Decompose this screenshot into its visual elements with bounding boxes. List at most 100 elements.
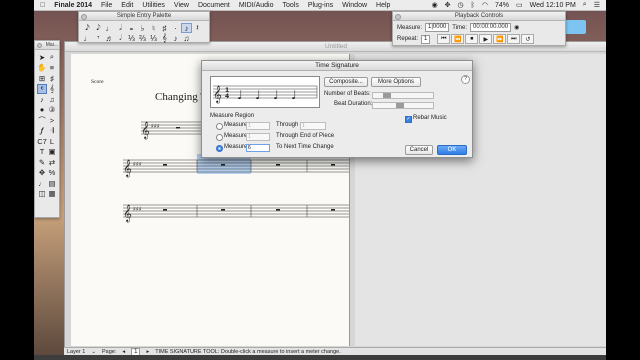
- measure-to-next-change-input[interactable]: 6: [246, 144, 270, 152]
- menu-view[interactable]: View: [174, 2, 189, 9]
- beamed-notes-tool[interactable]: ♫: [181, 33, 192, 43]
- tuplet-tool[interactable]: ⅓: [126, 33, 137, 43]
- beat-duration-knob[interactable]: [396, 103, 405, 108]
- tuplet-tool-2[interactable]: ⅔: [137, 33, 148, 43]
- record-icon[interactable]: ◉: [432, 1, 438, 9]
- close-icon[interactable]: [37, 43, 42, 48]
- search-icon[interactable]: ⌕: [583, 1, 587, 9]
- menu-window[interactable]: Window: [342, 2, 367, 9]
- selection-tool-icon[interactable]: ➤: [37, 52, 47, 63]
- measure-to-end-input[interactable]: 1: [246, 133, 270, 141]
- wifi-icon[interactable]: ◠: [482, 1, 488, 9]
- eighth-note-selected-tool[interactable]: ♪: [181, 23, 192, 33]
- battery-percent[interactable]: 74%: [495, 2, 509, 9]
- number-of-beats-knob[interactable]: [383, 93, 392, 98]
- flat-tool[interactable]: ♭: [137, 23, 148, 33]
- fast-forward-icon[interactable]: ⏩: [493, 34, 507, 44]
- eighth-rest-tool[interactable]: 𝄾: [93, 33, 104, 43]
- more-options-button[interactable]: More Options: [371, 77, 421, 87]
- mirror-tool-icon[interactable]: ⇄: [47, 157, 57, 168]
- sharp-tool[interactable]: ♯: [159, 23, 170, 33]
- measure-range-from-input[interactable]: 1: [246, 122, 270, 130]
- playback-time-input[interactable]: 00:00:00.000: [470, 23, 512, 32]
- measure-range-radio[interactable]: [216, 123, 223, 130]
- cancel-button[interactable]: Cancel: [405, 145, 433, 155]
- menu-tools[interactable]: Tools: [282, 2, 298, 9]
- apple-menu-icon[interactable]: : [40, 2, 45, 9]
- grace-note-tool[interactable]: ♪: [170, 33, 181, 43]
- menu-help[interactable]: Help: [376, 2, 390, 9]
- dot-tool[interactable]: ·: [170, 23, 181, 33]
- mass-edit-tool-icon[interactable]: ▦: [47, 189, 57, 200]
- smart-shape-tool-icon[interactable]: ⌒: [37, 115, 47, 126]
- stop-icon[interactable]: ⏹: [465, 34, 479, 44]
- sixteenth-note-tool[interactable]: 𝅘𝅥𝅯: [82, 23, 93, 33]
- tie-tool[interactable]: 𝆺𝅥: [115, 33, 126, 43]
- graphics-tool-icon[interactable]: ▣: [47, 147, 57, 158]
- note-mover-tool-icon[interactable]: ✥: [37, 168, 47, 179]
- time-signature-tool-icon[interactable]: 𝄴: [37, 83, 47, 94]
- beam-tool[interactable]: ♬: [104, 33, 115, 43]
- articulation-tool-icon[interactable]: >: [47, 115, 57, 126]
- loop-icon[interactable]: ↺: [521, 34, 535, 44]
- play-icon[interactable]: ▶: [479, 34, 493, 44]
- menu-midi-audio[interactable]: MIDI/Audio: [239, 2, 274, 9]
- tuplet-tool-3[interactable]: ⅓: [148, 33, 159, 43]
- measure-to-end-radio[interactable]: [216, 134, 223, 141]
- menu-document[interactable]: Document: [198, 2, 230, 9]
- measure-tool-icon[interactable]: ⊞: [37, 73, 47, 84]
- tuplet-tool-icon[interactable]: ③: [47, 105, 57, 116]
- number-of-beats-slider[interactable]: [372, 92, 434, 99]
- simple-entry-tool-icon[interactable]: ♪: [37, 94, 47, 105]
- text-tool-icon[interactable]: T: [37, 147, 47, 158]
- playback-settings-icon[interactable]: ◉: [514, 24, 519, 31]
- composite-button[interactable]: Composite...: [324, 77, 368, 87]
- beat-duration-slider[interactable]: [372, 102, 434, 109]
- midi-tool-icon[interactable]: ♩: [37, 178, 47, 189]
- resize-tool-icon[interactable]: %: [47, 168, 57, 179]
- clock[interactable]: Wed 12:10 PM: [530, 2, 576, 9]
- menu-app-name[interactable]: Finale 2014: [54, 2, 92, 9]
- close-icon[interactable]: [395, 14, 401, 20]
- time-machine-icon[interactable]: ◷: [458, 1, 464, 9]
- natural-tool[interactable]: ♮: [148, 23, 159, 33]
- clef-tool[interactable]: 𝄞: [159, 33, 170, 43]
- ok-button[interactable]: OK: [437, 145, 467, 155]
- rest-tool[interactable]: 𝄽: [192, 23, 203, 33]
- menu-utilities[interactable]: Utilities: [142, 2, 165, 9]
- notification-center-icon[interactable]: ☰: [594, 1, 600, 9]
- playback-measure-input[interactable]: 1|0000: [425, 23, 450, 32]
- quarter-note-tool[interactable]: ♩: [104, 23, 115, 33]
- special-tools-icon[interactable]: ✎: [37, 157, 47, 168]
- staff-tool-icon[interactable]: ≡: [47, 63, 57, 74]
- hand-grabber-tool-icon[interactable]: ✋: [37, 63, 47, 74]
- hyperscribe-tool-icon[interactable]: ●: [37, 105, 47, 116]
- rewind-to-start-icon[interactable]: ⏮: [437, 34, 451, 44]
- ossia-tool-icon[interactable]: ◫: [37, 189, 47, 200]
- clef-tool-icon[interactable]: 𝄞: [47, 84, 57, 95]
- expression-tool-icon[interactable]: 𝆑: [37, 126, 47, 137]
- half-note-tool[interactable]: 𝅗𝅥: [115, 23, 126, 33]
- chord-tool-icon[interactable]: C7: [37, 136, 47, 147]
- menu-edit[interactable]: Edit: [121, 2, 133, 9]
- close-icon[interactable]: [81, 14, 87, 20]
- eighth-note-tool[interactable]: 𝅘𝅥𝅮: [93, 23, 104, 33]
- menu-plug-ins[interactable]: Plug-ins: [308, 2, 333, 9]
- lyrics-tool-icon[interactable]: L: [47, 136, 57, 147]
- speedy-entry-tool-icon[interactable]: ♫: [47, 94, 57, 105]
- help-icon[interactable]: ?: [461, 75, 470, 84]
- measure-range-to-input[interactable]: 1: [300, 122, 326, 130]
- whole-note-tool[interactable]: 𝅝: [126, 23, 137, 33]
- skip-to-end-icon[interactable]: ⏭: [507, 34, 521, 44]
- zoom-tool-icon[interactable]: ⌕: [47, 52, 57, 63]
- dropbox-icon[interactable]: ✥: [445, 1, 451, 9]
- playback-repeat-input[interactable]: 1: [421, 34, 431, 44]
- battery-icon[interactable]: ▭: [516, 1, 523, 9]
- key-signature-tool-icon[interactable]: ♯: [47, 73, 57, 84]
- desktop-folder-icon[interactable]: [564, 20, 586, 34]
- rebar-music-checkbox[interactable]: ✓: [405, 116, 412, 123]
- page-layout-tool-icon[interactable]: ▤: [47, 178, 57, 189]
- measure-to-next-change-radio[interactable]: [216, 145, 223, 152]
- bluetooth-icon[interactable]: ᛒ: [471, 2, 475, 9]
- menu-file[interactable]: File: [101, 2, 112, 9]
